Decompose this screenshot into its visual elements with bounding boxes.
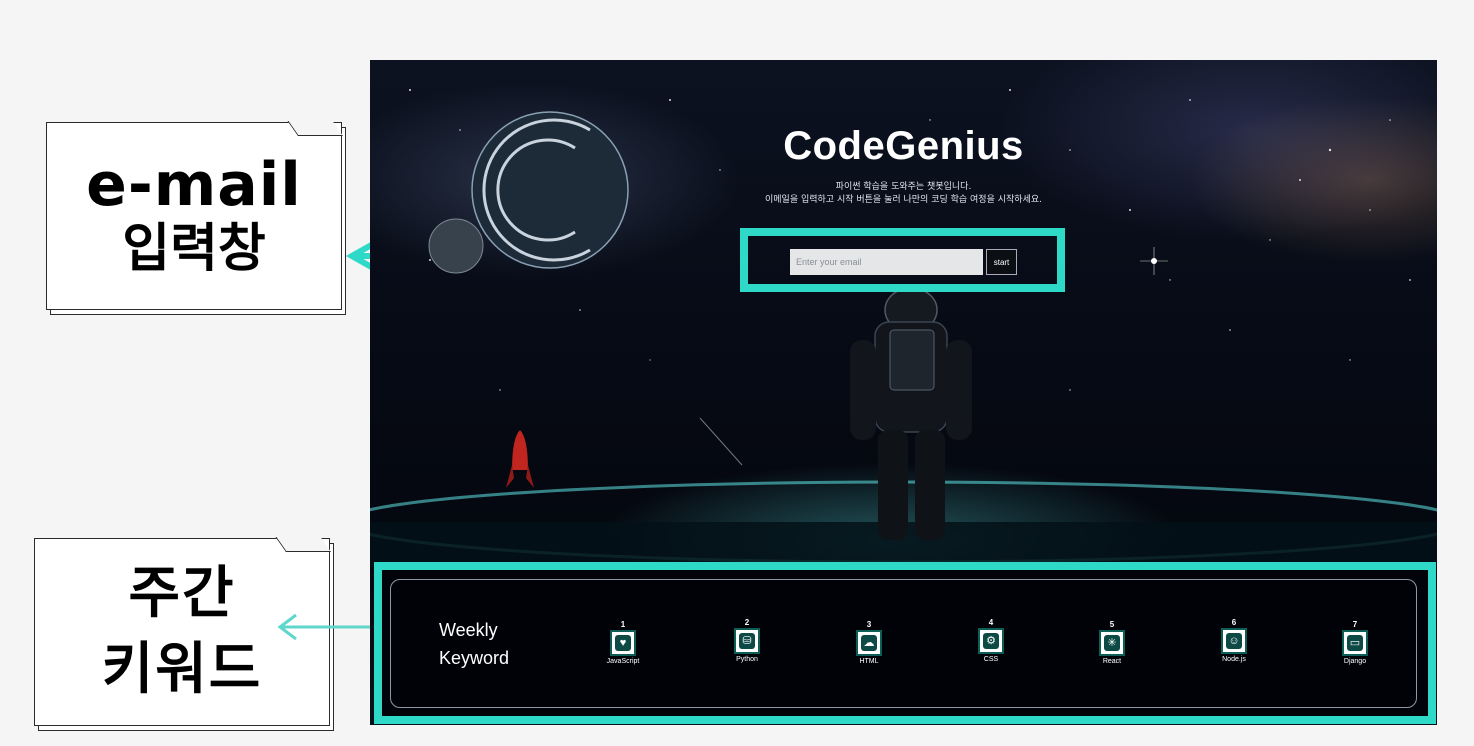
monitor-icon: ▭ [1342,630,1368,656]
heart-code-icon: ♥ [610,630,636,656]
keyword-rank: 5 [1109,620,1115,629]
keyword-rank: 7 [1352,620,1358,629]
app-subtitle-line2: 이메일을 입력하고 시작 버튼을 눌러 나만의 코딩 학습 여정을 시작하세요. [764,195,1042,205]
keyword-rank: 1 [620,620,626,629]
keyword-callout-line2: 키워드 [101,637,263,702]
weekly-heading-line1: Weekly [439,620,498,640]
keyword-name: Node.js [1222,656,1246,663]
keyword-rank: 3 [866,620,872,629]
email-input[interactable] [790,249,983,275]
keyword-rank: 6 [1231,618,1237,627]
weekly-heading-line2: Keyword [439,648,510,668]
keyword-item-python[interactable]: 2 ⛁ Python [702,618,792,663]
browser-gear-icon: ⚙ [978,628,1004,654]
keyword-item-css[interactable]: 4 ⚙ CSS [946,618,1036,663]
email-callout-line2: 입력창 [122,219,266,279]
keyword-item-html[interactable]: 3 ☁ HTML [824,620,914,665]
keyword-rank: 2 [744,618,750,627]
keyword-item-django[interactable]: 7 ▭ Django [1310,620,1400,665]
keyword-name: HTML [859,658,879,665]
keyword-item-nodejs[interactable]: 6 ☺ Node.js [1189,618,1279,663]
email-callout-card: e-mail 입력창 [46,122,342,310]
keyword-name: CSS [983,656,999,663]
network-nodes-icon: ✳ [1099,630,1125,656]
codegenius-landing-screenshot: CodeGenius 파이썬 학습을 도와주는 챗봇입니다. 이메일을 입력하고… [370,60,1437,725]
keyword-name: React [1102,658,1122,665]
database-gear-icon: ⛁ [734,628,760,654]
app-title: CodeGenius [783,124,1024,168]
keyword-name: Python [736,656,758,663]
start-button[interactable]: start [986,249,1017,275]
app-subtitle-line1: 파이썬 학습을 도와주는 챗봇입니다. [835,182,972,192]
weekly-keyword-heading: Weekly Keyword [439,616,509,672]
email-callout-line1: e-mail [86,150,302,220]
keyword-item-react[interactable]: 5 ✳ React [1067,620,1157,665]
keyword-name: JavaScript [606,658,640,665]
head-gear-icon: ☺ [1221,628,1247,654]
keyword-rank: 4 [988,618,994,627]
keyword-item-javascript[interactable]: 1 ♥ JavaScript [578,620,668,665]
cloud-upload-icon: ☁ [856,630,882,656]
keyword-callout-line1: 주간 [128,561,236,626]
keyword-name: Django [1343,658,1367,665]
